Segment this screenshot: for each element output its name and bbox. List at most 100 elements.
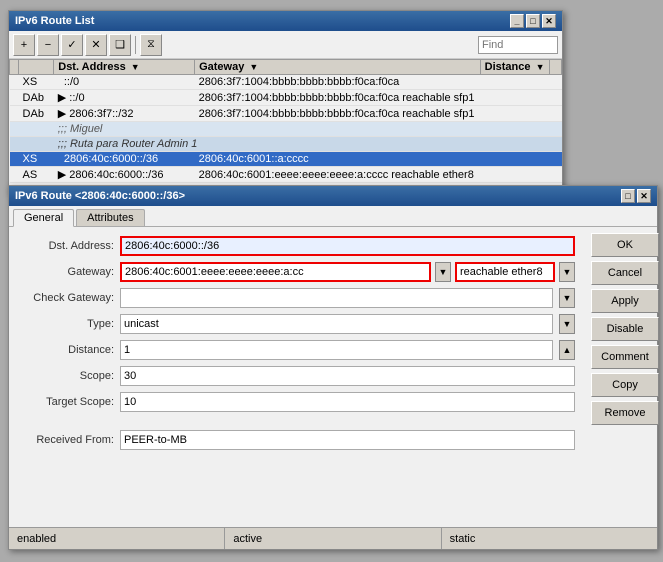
route-detail-title: IPv6 Route <2806:40c:6000::/36>: [15, 190, 185, 202]
scope-label: Scope:: [19, 370, 114, 382]
route-list-title-bar: IPv6 Route List _ □ ✕: [9, 11, 562, 31]
check-button[interactable]: ✓: [61, 34, 83, 56]
target-scope-label: Target Scope:: [19, 396, 114, 408]
tab-attributes[interactable]: Attributes: [76, 209, 144, 226]
check-gateway-input[interactable]: [120, 288, 553, 308]
route-list-title: IPv6 Route List: [15, 15, 94, 27]
dst-address-input[interactable]: [120, 236, 575, 256]
remove-button[interactable]: Remove: [591, 401, 659, 425]
col-check: [10, 60, 19, 75]
copy-tool-button[interactable]: ❑: [109, 34, 131, 56]
col-type[interactable]: [19, 60, 54, 75]
type-row: Type: ▼: [19, 313, 575, 335]
row-gw: 2806:40c:6001:eeee:eeee:eeee:a:cccc reac…: [195, 167, 481, 183]
dst-address-row: Dst. Address:: [19, 235, 575, 257]
row-dst: ▶ ::/0: [54, 90, 195, 106]
detail-close-button[interactable]: ✕: [637, 189, 651, 203]
gateway-dropdown-button[interactable]: ▼: [435, 262, 451, 282]
route-detail-window: IPv6 Route <2806:40c:6000::/36> □ ✕ Gene…: [8, 185, 658, 550]
type-input[interactable]: [120, 314, 553, 334]
row-flag: DAb: [19, 90, 54, 106]
gateway-right-dropdown-button[interactable]: ▼: [559, 262, 575, 282]
col-scroll: [549, 60, 561, 75]
row-dst: 2806:40c:6000::/36: [54, 152, 195, 167]
col-distance[interactable]: Distance ▼: [480, 60, 549, 75]
row-gw: 2806:3f7:1004:bbbb:bbbb:bbbb:f0ca:f0ca r…: [195, 90, 481, 106]
table-row-group: ;;; Miguel: [10, 122, 562, 137]
target-scope-input[interactable]: [120, 392, 575, 412]
right-buttons: OK Cancel Apply Disable Comment Copy Rem…: [585, 227, 657, 538]
cross-button[interactable]: ✕: [85, 34, 107, 56]
table-row-selected[interactable]: XS 2806:40c:6000::/36 2806:40c:6001::a:c…: [10, 152, 562, 167]
gateway-group: ▼ ▼: [120, 262, 575, 282]
received-from-input[interactable]: [120, 430, 575, 450]
detail-body: Dst. Address: Gateway: ▼ ▼ Check Gateway…: [9, 227, 657, 538]
scope-row: Scope:: [19, 365, 575, 387]
minimize-button[interactable]: _: [510, 14, 524, 28]
row-gw: 2806:3f7:1004:bbbb:bbbb:bbbb:f0ca:f0ca r…: [195, 106, 481, 122]
row-check: [10, 75, 19, 90]
target-scope-row: Target Scope:: [19, 391, 575, 413]
add-button[interactable]: +: [13, 34, 35, 56]
type-dropdown-button[interactable]: ▼: [559, 314, 575, 334]
gateway-label: Gateway:: [19, 266, 114, 278]
scope-input[interactable]: [120, 366, 575, 386]
table-row[interactable]: DAb ▶ ::/0 2806:3f7:1004:bbbb:bbbb:bbbb:…: [10, 90, 562, 106]
route-table: Dst. Address ▼ Gateway ▼ Distance ▼: [9, 59, 562, 183]
route-list-window: IPv6 Route List _ □ ✕ + − ✓ ✕ ❑ ⧖ Dst. A…: [8, 10, 563, 195]
remove-button[interactable]: −: [37, 34, 59, 56]
col-dst-address[interactable]: Dst. Address ▼: [54, 60, 195, 75]
title-bar-buttons: _ □ ✕: [510, 14, 556, 28]
row-group-label: ;;; Miguel: [54, 122, 550, 137]
row-check: [10, 106, 19, 122]
close-button[interactable]: ✕: [542, 14, 556, 28]
comment-button[interactable]: Comment: [591, 345, 659, 369]
detail-title-buttons: □ ✕: [621, 189, 651, 203]
disable-button[interactable]: Disable: [591, 317, 659, 341]
gateway-row: Gateway: ▼ ▼: [19, 261, 575, 283]
filter-button[interactable]: ⧖: [140, 34, 162, 56]
table-row[interactable]: DAb ▶ 2806:3f7::/32 2806:3f7:1004:bbbb:b…: [10, 106, 562, 122]
gateway-input[interactable]: [120, 262, 431, 282]
row-dist: [480, 167, 549, 183]
row-gw: 2806:3f7:1004:bbbb:bbbb:bbbb:f0ca:f0ca: [195, 75, 481, 90]
status-enabled: enabled: [9, 528, 225, 549]
table-row-header: ;;; Ruta para Router Admin 1: [10, 137, 562, 152]
status-bar: enabled active static: [9, 527, 657, 549]
arrow-icon: ▶: [58, 108, 66, 120]
sort-arrow-gw: ▼: [249, 62, 258, 72]
distance-input[interactable]: [120, 340, 553, 360]
table-row[interactable]: XS ::/0 2806:3f7:1004:bbbb:bbbb:bbbb:f0c…: [10, 75, 562, 90]
tab-bar: General Attributes: [9, 206, 657, 227]
maximize-button[interactable]: □: [526, 14, 540, 28]
ok-button[interactable]: OK: [591, 233, 659, 257]
route-detail-title-bar: IPv6 Route <2806:40c:6000::/36> □ ✕: [9, 186, 657, 206]
row-flag: DAb: [19, 106, 54, 122]
distance-label: Distance:: [19, 344, 114, 356]
row-flag: AS: [19, 167, 54, 183]
row-flag: XS: [19, 152, 54, 167]
check-gateway-label: Check Gateway:: [19, 292, 114, 304]
gateway-right-input[interactable]: [455, 262, 555, 282]
table-row[interactable]: AS ▶ 2806:40c:6000::/36 2806:40c:6001:ee…: [10, 167, 562, 183]
sort-arrow-dist: ▼: [536, 62, 545, 72]
row-dist: [480, 90, 549, 106]
row-dist: [480, 75, 549, 90]
row-check: [10, 152, 19, 167]
type-label: Type:: [19, 318, 114, 330]
apply-button[interactable]: Apply: [591, 289, 659, 313]
row-flag: XS: [19, 75, 54, 90]
status-static: static: [442, 528, 657, 549]
cancel-button[interactable]: Cancel: [591, 261, 659, 285]
distance-dropdown-button[interactable]: ▲: [559, 340, 575, 360]
arrow-icon: ▶: [58, 169, 66, 181]
distance-row: Distance: ▲: [19, 339, 575, 361]
copy-button[interactable]: Copy: [591, 373, 659, 397]
tab-general[interactable]: General: [13, 209, 74, 227]
check-gateway-dropdown-button[interactable]: ▼: [559, 288, 575, 308]
received-from-label: Received From:: [19, 434, 114, 446]
row-header-label: ;;; Ruta para Router Admin 1: [54, 137, 550, 152]
col-gateway[interactable]: Gateway ▼: [195, 60, 481, 75]
detail-minimize-button[interactable]: □: [621, 189, 635, 203]
find-input[interactable]: [478, 36, 558, 54]
